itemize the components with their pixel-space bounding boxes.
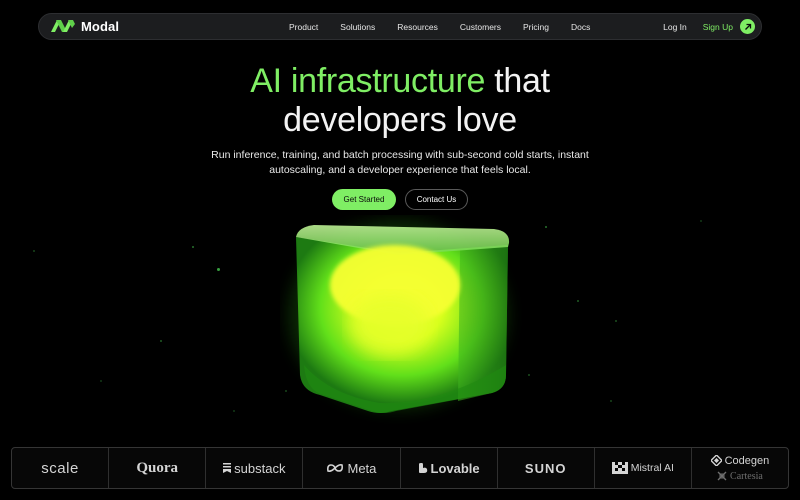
customer-logo-mistral: Mistral AI (595, 448, 692, 488)
get-started-button[interactable]: Get Started (332, 189, 396, 210)
logo-text-quora: Quora (136, 459, 179, 476)
customer-logo-lovable: Lovable (401, 448, 498, 488)
hero-subtitle: Run inference, training, and batch proce… (211, 149, 589, 176)
logo-text-scale: scale (41, 459, 79, 477)
modal-logo-icon (51, 20, 75, 32)
logo-text-lovable: Lovable (430, 460, 480, 476)
nav-link-customers[interactable]: Customers (460, 22, 501, 32)
customer-logo-strip: scale Quora substack Meta Lovable SUNO M… (11, 447, 789, 489)
hero-title-accent: AI infrastructure (250, 62, 486, 100)
mistral-icon (611, 462, 628, 474)
nav-actions: Log In Sign Up (663, 14, 755, 39)
nav-link-docs[interactable]: Docs (571, 22, 590, 32)
substack-icon (223, 463, 232, 473)
contact-us-button[interactable]: Contact Us (405, 189, 468, 210)
brand-logo[interactable]: Modal (51, 18, 119, 34)
nav-links: Product Solutions Resources Customers Pr… (289, 14, 612, 39)
top-navigation: Modal Product Solutions Resources Custom… (38, 13, 762, 40)
arrow-up-right-icon (744, 23, 751, 30)
logo-text-suno: SUNO (524, 460, 567, 476)
logo-text-codegen: Codegen (724, 454, 770, 467)
signup-link[interactable]: Sign Up (703, 22, 733, 32)
brand-name: Modal (81, 18, 120, 34)
signup-arrow-button[interactable] (740, 19, 755, 34)
logo-text-mistral: Mistral AI (630, 462, 674, 474)
hero-title: AI infrastructure that developers love (0, 62, 800, 140)
codegen-icon (710, 455, 722, 466)
meta-infinity-icon (327, 464, 344, 472)
login-link[interactable]: Log In (663, 22, 687, 32)
customer-logo-quora: Quora (109, 448, 207, 488)
nav-link-pricing[interactable]: Pricing (523, 22, 549, 32)
cartesia-icon (717, 471, 727, 481)
glowing-cube-illustration (288, 220, 510, 413)
lovable-icon (418, 462, 427, 473)
hero-title-rest: that (494, 62, 550, 100)
logo-text-cartesia: Cartesia (730, 470, 763, 482)
customer-logo-meta: Meta (303, 448, 401, 488)
customer-logo-codegen-cartesia: Codegen Cartesia (692, 448, 788, 488)
logo-text-substack: substack (234, 460, 286, 476)
nav-link-solutions[interactable]: Solutions (340, 22, 375, 32)
customer-logo-scale: scale (12, 448, 110, 488)
nav-link-product[interactable]: Product (289, 22, 318, 32)
logo-text-meta: Meta (347, 460, 377, 476)
customer-logo-suno: SUNO (498, 448, 595, 488)
nav-link-resources[interactable]: Resources (397, 22, 438, 32)
customer-logo-substack: substack (206, 448, 304, 488)
hero-title-line2: developers love (283, 101, 517, 139)
